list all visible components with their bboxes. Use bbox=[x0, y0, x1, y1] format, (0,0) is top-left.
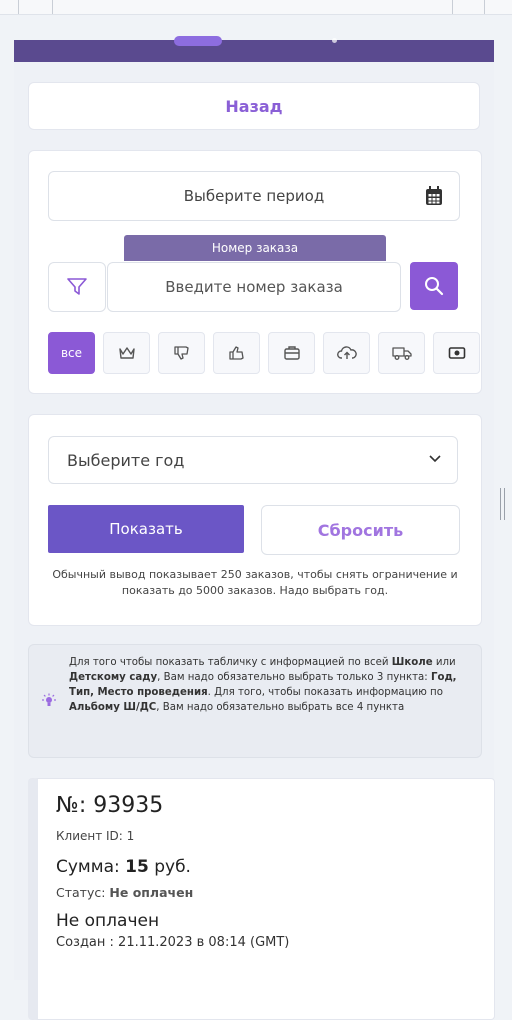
note-kindergarten: Детскому саду bbox=[69, 672, 158, 683]
note-text: Для того чтобы показать табличку с инфор… bbox=[69, 657, 392, 668]
header-bar bbox=[14, 36, 494, 62]
period-placeholder: Выберите период bbox=[183, 187, 325, 205]
payment-state: Не оплачен bbox=[56, 911, 160, 931]
order-number-tooltip: Номер заказа bbox=[124, 235, 386, 261]
chip-crown[interactable] bbox=[103, 332, 150, 374]
info-note-text: Для того чтобы показать табличку с инфор… bbox=[69, 655, 477, 715]
sum-value: 15 bbox=[125, 857, 149, 877]
order-status: Статус: Не оплачен bbox=[56, 885, 193, 900]
thumbs-up-icon bbox=[228, 346, 244, 360]
period-picker[interactable]: Выберите период bbox=[48, 171, 460, 221]
divider bbox=[484, 0, 485, 14]
chip-cloud-upload[interactable] bbox=[323, 332, 370, 374]
filter-toggle-button[interactable] bbox=[48, 262, 106, 312]
chip-thumbs-down[interactable] bbox=[158, 332, 205, 374]
search-button[interactable] bbox=[410, 262, 458, 310]
note-text: , Вам надо обязательно выбрать только 3 … bbox=[157, 672, 431, 683]
thumbs-down-icon bbox=[173, 346, 189, 360]
calendar-icon bbox=[426, 186, 442, 205]
back-button[interactable]: Назад bbox=[28, 82, 480, 130]
note-album: Альбому Ш/ДС bbox=[69, 702, 157, 713]
note-text: , Вам надо обязательно выбрать все 4 пун… bbox=[156, 702, 405, 713]
lightbulb-icon bbox=[42, 693, 56, 706]
divider bbox=[18, 0, 19, 14]
resize-handle[interactable] bbox=[500, 488, 505, 520]
funnel-icon bbox=[67, 278, 87, 295]
chip-truck[interactable] bbox=[378, 332, 425, 374]
cloud-upload-icon bbox=[336, 346, 357, 359]
chip-thumbs-up[interactable] bbox=[213, 332, 260, 374]
crown-icon bbox=[118, 347, 135, 359]
limit-hint: Обычный вывод показывает 250 заказов, чт… bbox=[52, 568, 458, 597]
sum-currency: руб. bbox=[148, 857, 191, 877]
filter-card: Выберите период Номер заказа Введите ном… bbox=[28, 150, 482, 394]
chip-money[interactable] bbox=[433, 332, 480, 374]
header-dot bbox=[332, 38, 337, 43]
top-strip bbox=[0, 0, 512, 15]
note-school: Школе bbox=[391, 657, 433, 668]
chip-briefcase[interactable] bbox=[268, 332, 315, 374]
status-label: Статус: bbox=[56, 885, 110, 900]
sidebar-panel: Назад Выберите период Номер заказа Введи… bbox=[14, 36, 495, 1020]
info-note: Для того чтобы показать табличку с инфор… bbox=[28, 644, 482, 758]
header-pill bbox=[174, 36, 222, 46]
order-number-placeholder: Введите номер заказа bbox=[165, 278, 343, 296]
chevron-down-icon bbox=[429, 455, 441, 463]
year-select-placeholder: Выберите год bbox=[67, 450, 185, 470]
order-client: Клиент ID: 1 bbox=[56, 829, 135, 843]
year-card: Выберите год Показать Сбросить Обычный в… bbox=[28, 414, 482, 626]
truck-icon bbox=[391, 347, 412, 360]
status-value: Не оплачен bbox=[109, 885, 194, 900]
show-button[interactable]: Показать bbox=[48, 505, 244, 553]
order-sum: Сумма: 15 руб. bbox=[56, 857, 191, 877]
divider bbox=[52, 0, 53, 14]
order-number-input[interactable]: Введите номер заказа bbox=[107, 262, 401, 312]
note-text: . Для того, чтобы показать информацию по bbox=[207, 687, 443, 698]
divider bbox=[452, 0, 453, 14]
briefcase-icon bbox=[283, 346, 300, 360]
note-text: или bbox=[432, 657, 456, 668]
year-select[interactable]: Выберите год bbox=[48, 436, 458, 484]
order-card[interactable]: №: 93935 Клиент ID: 1 Сумма: 15 руб. Ста… bbox=[28, 778, 495, 1020]
order-number: №: 93935 bbox=[56, 793, 164, 818]
search-icon bbox=[425, 277, 444, 296]
chip-all[interactable]: все bbox=[48, 332, 95, 374]
money-icon bbox=[448, 347, 465, 359]
reset-button[interactable]: Сбросить bbox=[261, 505, 460, 555]
order-created: Создан : 21.11.2023 в 08:14 (GMT) bbox=[56, 935, 290, 950]
sum-label: Сумма: bbox=[56, 857, 126, 877]
